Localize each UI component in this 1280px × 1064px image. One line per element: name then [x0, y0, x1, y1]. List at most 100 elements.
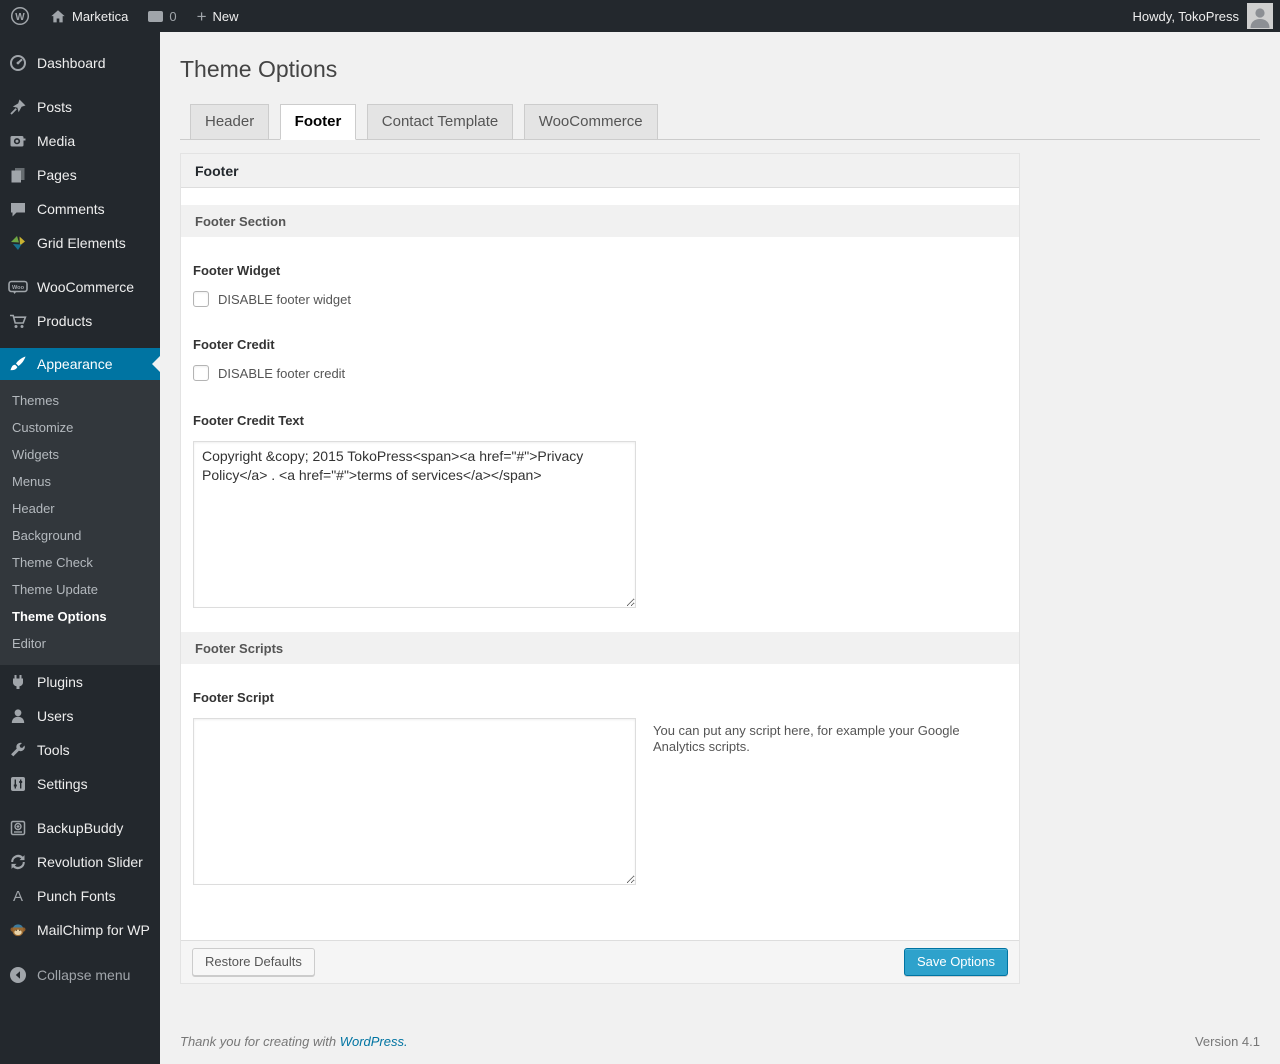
grid-elements-icon — [8, 233, 28, 253]
sidebar-item-label: Appearance — [37, 356, 113, 372]
sidebar-item-label: Grid Elements — [37, 235, 126, 251]
menu-separator — [0, 801, 160, 811]
tab-header[interactable]: Header — [190, 104, 270, 139]
media-icon — [8, 131, 28, 151]
sidebar-item-label: Tools — [37, 742, 70, 758]
footer-credit-disable-checkbox[interactable] — [193, 365, 209, 381]
sidebar-item-media[interactable]: Media — [0, 124, 160, 158]
footer-credit-row: DISABLE footer credit — [193, 365, 1005, 381]
submenu-item-customize[interactable]: Customize — [0, 414, 160, 441]
menu-separator — [0, 338, 160, 348]
restore-defaults-button[interactable]: Restore Defaults — [192, 948, 315, 976]
sidebar-item-backupbuddy[interactable]: BackupBuddy — [0, 811, 160, 845]
collapse-menu-label: Collapse menu — [37, 967, 131, 983]
tab-woocommerce[interactable]: WooCommerce — [523, 104, 658, 139]
footer-widget-row: DISABLE footer widget — [193, 291, 1005, 307]
save-options-button[interactable]: Save Options — [903, 948, 1008, 976]
sidebar-item-users[interactable]: Users — [0, 699, 160, 733]
submenu-item-editor[interactable]: Editor — [0, 630, 160, 657]
submenu-item-theme-options[interactable]: Theme Options — [0, 603, 160, 630]
footer-thanks: Thank you for creating with WordPress. — [180, 1034, 408, 1049]
menu-separator — [0, 80, 160, 90]
settings-icon — [8, 774, 28, 794]
sidebar-item-woocommerce[interactable]: Woo WooCommerce — [0, 270, 160, 304]
tab-footer[interactable]: Footer — [279, 104, 357, 140]
dashboard-icon — [8, 53, 28, 73]
sidebar-item-tools[interactable]: Tools — [0, 733, 160, 767]
sidebar-item-products[interactable]: Products — [0, 304, 160, 338]
sidebar-item-pages[interactable]: Pages — [0, 158, 160, 192]
monkey-icon — [8, 920, 28, 940]
submenu-item-theme-check[interactable]: Theme Check — [0, 549, 160, 576]
sidebar-item-label: Comments — [37, 201, 105, 217]
sidebar-item-label: Plugins — [37, 674, 83, 690]
footer-widget-disable-checkbox[interactable] — [193, 291, 209, 307]
panel-spacer — [181, 188, 1019, 205]
letter-a-icon: A — [12, 887, 23, 905]
group-header-footer: Footer — [181, 154, 1019, 188]
panel-actions: Restore Defaults Save Options — [181, 940, 1019, 983]
footer-script-hint: You can put any script here, for example… — [653, 723, 960, 755]
footer-script-textarea[interactable] — [193, 718, 636, 885]
sidebar-item-punch-fonts[interactable]: A Punch Fonts — [0, 879, 160, 913]
submenu-item-header[interactable]: Header — [0, 495, 160, 522]
submenu-item-widgets[interactable]: Widgets — [0, 441, 160, 468]
sidebar-item-settings[interactable]: Settings — [0, 767, 160, 801]
submenu-item-menus[interactable]: Menus — [0, 468, 160, 495]
collapse-menu-button[interactable]: Collapse menu — [0, 958, 160, 992]
comments-icon — [8, 199, 28, 219]
thanks-text: Thank you for creating with — [180, 1034, 337, 1049]
refresh-icon — [8, 852, 28, 872]
svg-text:W: W — [15, 12, 25, 23]
main-content: Theme Options Header Footer Contact Temp… — [160, 0, 1280, 1064]
submenu-item-background[interactable]: Background — [0, 522, 160, 549]
sidebar-item-label: Posts — [37, 99, 73, 115]
sidebar-item-label: Punch Fonts — [37, 888, 116, 904]
sidebar-item-mailchimp[interactable]: MailChimp for WP — [0, 913, 160, 947]
footer-section-body: Footer Widget DISABLE footer widget Foot… — [181, 237, 1019, 632]
page-footer: Thank you for creating with WordPress. V… — [180, 1034, 1260, 1064]
theme-options-tabs: Header Footer Contact Template WooCommer… — [180, 104, 1260, 140]
svg-text:Woo: Woo — [12, 285, 25, 291]
submenu-item-themes[interactable]: Themes — [0, 387, 160, 414]
account-menu[interactable]: Howdy, TokoPress — [1133, 0, 1280, 32]
footer-script-row: You can put any script here, for example… — [193, 718, 1005, 885]
wordpress-link[interactable]: WordPress. — [340, 1034, 408, 1049]
sidebar-item-label: Dashboard — [37, 55, 106, 71]
sidebar-item-comments[interactable]: Comments — [0, 192, 160, 226]
version-label: Version 4.1 — [1194, 1034, 1260, 1049]
submenu-item-theme-update[interactable]: Theme Update — [0, 576, 160, 603]
site-name-link[interactable]: Marketica — [40, 0, 138, 32]
appearance-submenu: Themes Customize Widgets Menus Header Ba… — [0, 380, 160, 665]
pushpin-icon — [8, 97, 28, 117]
tab-contact-template[interactable]: Contact Template — [366, 104, 514, 139]
sidebar-item-dashboard[interactable]: Dashboard — [0, 46, 160, 80]
new-label: New — [212, 8, 239, 24]
menu-separator — [0, 260, 160, 270]
sidebar-item-label: MailChimp for WP — [37, 922, 150, 938]
page-title: Theme Options — [180, 56, 338, 82]
wp-logo-button[interactable]: W — [0, 0, 40, 32]
new-content-button[interactable]: + New — [187, 0, 249, 32]
sidebar-item-posts[interactable]: Posts — [0, 90, 160, 124]
comment-count: 0 — [169, 8, 177, 24]
sidebar-item-plugins[interactable]: Plugins — [0, 665, 160, 699]
sidebar-item-label: WooCommerce — [37, 279, 134, 295]
footer-widget-label: Footer Widget — [193, 263, 281, 278]
site-name-label: Marketica — [72, 8, 129, 24]
footer-credit-textarea[interactable]: Copyright &copy; 2015 TokoPress<span><a … — [193, 441, 636, 608]
wrench-icon — [8, 740, 28, 760]
comments-shortcut[interactable]: 0 — [138, 0, 186, 32]
sidebar-item-label: Revolution Slider — [37, 854, 143, 870]
sidebar-item-appearance[interactable]: Appearance — [0, 348, 160, 380]
sidebar-item-label: Products — [37, 313, 93, 329]
footer-widget-checkbox-label: DISABLE footer widget — [218, 291, 351, 307]
collapse-arrow-icon — [8, 965, 28, 985]
backup-icon — [8, 818, 28, 838]
footer-credit-label: Footer Credit — [193, 337, 275, 352]
sidebar-item-label: Pages — [37, 167, 77, 183]
pages-icon — [8, 165, 28, 185]
sidebar-item-label: Settings — [37, 776, 88, 792]
sidebar-item-grid-elements[interactable]: Grid Elements — [0, 226, 160, 260]
sidebar-item-revolution-slider[interactable]: Revolution Slider — [0, 845, 160, 879]
